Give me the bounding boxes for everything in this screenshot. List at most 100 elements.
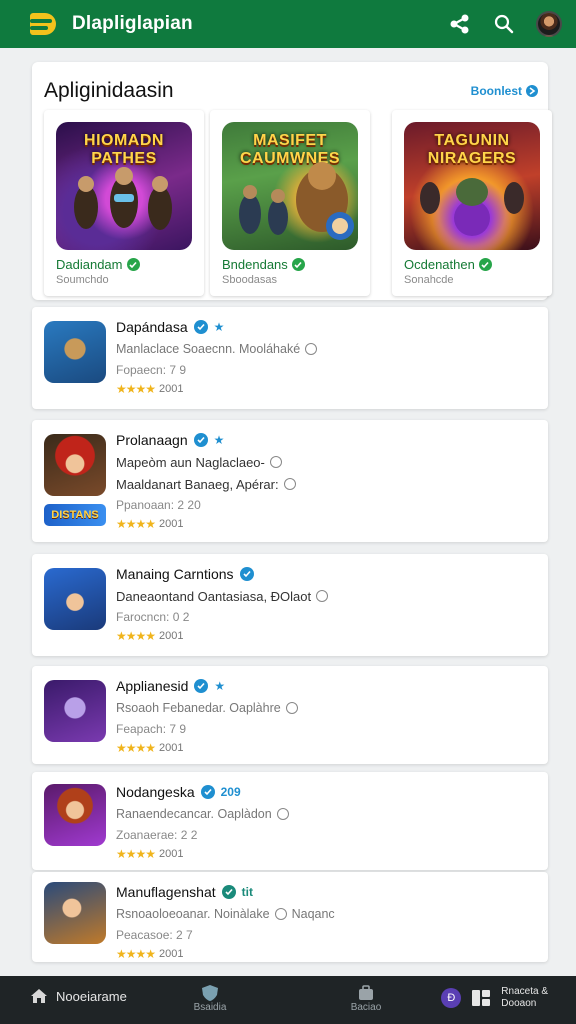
nav-tab-1[interactable]: Bsaidia xyxy=(180,984,240,1013)
item-description-2: Maaldanart Banaeg, Apérar: xyxy=(116,476,279,492)
app-logo-icon[interactable] xyxy=(28,9,62,39)
verified-icon xyxy=(193,433,208,447)
badge-text: tit xyxy=(241,885,253,899)
verified-icon xyxy=(239,567,254,581)
home-icon xyxy=(31,989,47,1003)
featured-see-all-link[interactable]: Boonlest xyxy=(471,84,538,98)
item-description: Daneaontand Oantasiasa, ĐOlaot xyxy=(116,588,312,604)
top-app-bar: Dlapliglapian xyxy=(0,0,576,48)
rating-stars-icon: ★★★★ xyxy=(116,741,156,755)
featured-star-icon: ★ xyxy=(213,433,225,447)
shield-icon xyxy=(202,985,218,1001)
verified-icon xyxy=(221,885,236,899)
rating-stars-icon: ★★★★ xyxy=(116,382,156,396)
app-icon-image xyxy=(44,882,106,944)
featured-tile[interactable]: TAGUNIN NIRAGERS Ocdenathen Sonahcde xyxy=(392,110,552,296)
bag-icon xyxy=(359,985,373,1000)
item-meta: Zoanaerae: 2 2 xyxy=(116,828,198,842)
item-description: Rsnoaoloeoanar. Noinàlake xyxy=(116,907,270,921)
list-item[interactable]: DISTANS Prolanaagn ★ Mapeòm aun Naglacla… xyxy=(32,420,548,542)
item-meta: Feapach: 7 9 xyxy=(116,722,187,736)
nav-tab-1-label: Bsaidia xyxy=(193,1002,227,1013)
rating-value: 2001 xyxy=(159,948,184,960)
verified-icon xyxy=(291,258,305,271)
rating-value: 2001 xyxy=(159,848,184,860)
list-item[interactable]: Manuflagenshat tit Rsnoaoloeoanar. Noinà… xyxy=(32,872,548,962)
item-title: Nodangeska xyxy=(116,784,195,800)
grid-icon xyxy=(472,990,491,1006)
rating-value: 2001 xyxy=(159,630,184,642)
profile-avatar[interactable] xyxy=(536,11,562,37)
featured-section: Apliginidaasin Boonlest HIOMADN PATHES D… xyxy=(32,62,552,300)
info-icon xyxy=(305,343,318,355)
item-title: Manaing Carntions xyxy=(116,566,234,582)
list-item[interactable]: Nodangeska 209 Ranaendecancar. Oaplàdon … xyxy=(32,772,548,870)
verified-icon xyxy=(193,320,208,334)
tile-subtitle: Sboodasas xyxy=(222,274,278,286)
rating-value: 2001 xyxy=(159,518,184,530)
nav-home[interactable]: Nooeiarame xyxy=(30,988,127,1004)
info-icon xyxy=(316,590,329,602)
item-title: Applianesid xyxy=(116,678,189,694)
item-extra-label: Naqanc xyxy=(291,907,335,921)
nav-tab-2[interactable]: Baciao xyxy=(336,984,396,1013)
list-item[interactable]: Manaing Carntions Daneaontand Oantasiasa… xyxy=(32,554,548,656)
item-description: Ranaendecancar. Oaplàdon xyxy=(116,807,272,821)
featured-star-icon: ★ xyxy=(214,679,226,693)
featured-star-icon: ★ xyxy=(213,320,225,334)
item-meta: Ppanoaan: 2 20 xyxy=(116,498,201,512)
item-meta: Farocncn: 0 2 xyxy=(116,610,190,624)
app-icon-image xyxy=(44,784,106,846)
verified-icon xyxy=(478,258,492,271)
game-art-image: TAGUNIN NIRAGERS xyxy=(404,122,540,250)
info-icon xyxy=(274,908,287,920)
nav-account-label-2: Dooaon xyxy=(501,998,537,1009)
nav-account[interactable]: Ð Rnaceta & Dooaon xyxy=(441,986,548,1010)
nav-home-label: Nooeiarame xyxy=(56,988,127,1004)
verified-icon xyxy=(194,679,209,693)
tile-name: Ocdenathen xyxy=(404,257,475,272)
list-item[interactable]: Applianesid ★ Rsoaoh Febanedar. Oaplàhre… xyxy=(32,666,548,764)
list-item[interactable]: Dapándasa ★ Manlaclace Soaecnn. Mooláhak… xyxy=(32,307,548,409)
verified-icon xyxy=(200,785,215,799)
info-icon xyxy=(285,702,298,714)
verified-icon xyxy=(126,258,140,271)
arrow-right-icon xyxy=(526,85,538,97)
info-icon xyxy=(276,808,289,820)
featured-tile[interactable]: MASIFET CAUMWNES Bndendans Sboodasas xyxy=(210,110,370,296)
rating-stars-icon: ★★★★ xyxy=(116,947,156,961)
nav-tab-2-label: Baciao xyxy=(350,1002,382,1013)
app-icon-image xyxy=(44,680,106,742)
app-title: Dlapliglapian xyxy=(72,13,193,34)
item-meta: Fopaecn: 7 9 xyxy=(116,363,187,377)
game-badge-chip: DISTANS xyxy=(44,504,106,526)
featured-title: Apliginidaasin xyxy=(44,79,174,102)
item-title: Dapándasa xyxy=(116,319,188,335)
item-description: Rsoaoh Febanedar. Oaplàhre xyxy=(116,701,281,715)
rating-stars-icon: ★★★★ xyxy=(116,517,156,531)
info-icon xyxy=(269,456,282,468)
tile-subtitle: Soumchdo xyxy=(56,274,109,286)
tile-name: Dadiandam xyxy=(56,257,123,272)
featured-link-label: Boonlest xyxy=(470,84,522,98)
bottom-navigation: Nooeiarame Bsaidia Baciao Ð Rnaceta & Do… xyxy=(0,976,576,1024)
item-meta: Peacasoe: 2 7 xyxy=(116,928,193,942)
app-icon-image xyxy=(44,321,106,383)
rating-stars-icon: ★★★★ xyxy=(116,629,156,643)
account-badge-icon: Ð xyxy=(441,988,462,1008)
search-icon[interactable] xyxy=(492,12,516,36)
tile-subtitle: Sonahcde xyxy=(404,274,454,286)
share-icon[interactable] xyxy=(448,12,472,36)
item-description: Manlaclace Soaecnn. Mooláhaké xyxy=(116,342,301,356)
game-art-image: HIOMADN PATHES xyxy=(56,122,192,250)
app-icon-image xyxy=(44,434,106,496)
rating-value: 2001 xyxy=(159,383,184,395)
item-title: Prolanaagn xyxy=(116,432,188,448)
featured-tile[interactable]: HIOMADN PATHES Dadiandam Soumchdo xyxy=(44,110,204,296)
rating-stars-icon: ★★★★ xyxy=(116,847,156,861)
app-icon-image xyxy=(44,568,106,630)
item-description: Mapeòm aun Naglaclaeo- xyxy=(116,454,265,470)
info-icon xyxy=(283,478,296,490)
game-art-image: MASIFET CAUMWNES xyxy=(222,122,358,250)
badge-text: 209 xyxy=(220,785,241,799)
